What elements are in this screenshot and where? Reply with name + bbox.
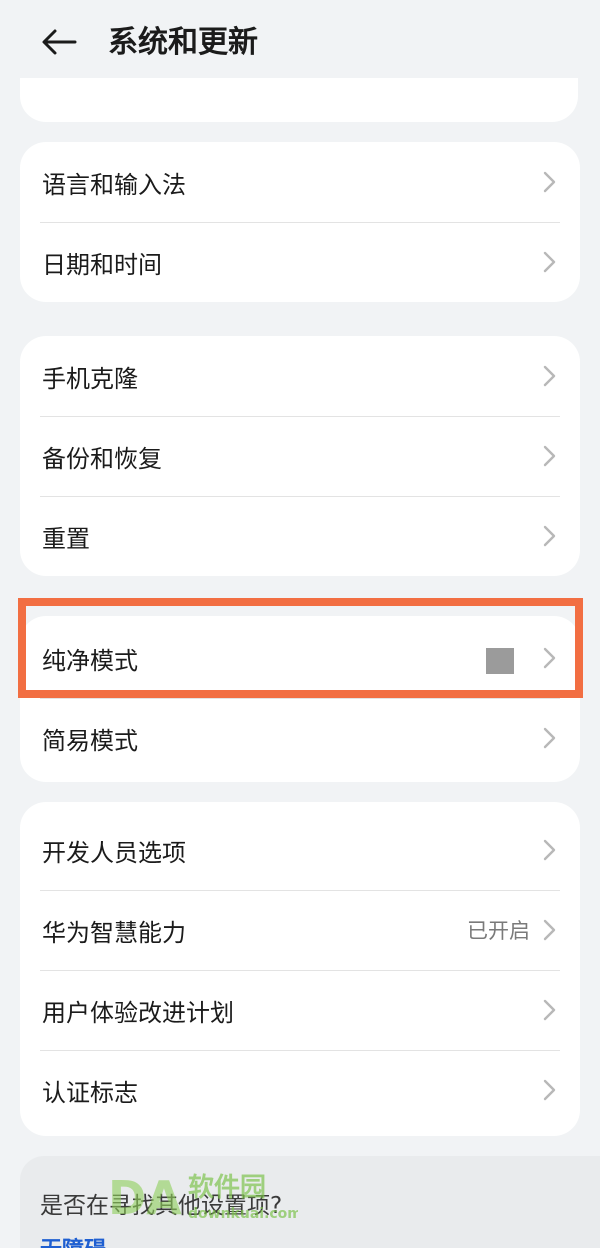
back-arrow-icon	[42, 29, 77, 55]
partial-card[interactable]	[20, 78, 578, 122]
settings-group-advanced: 开发人员选项 华为智慧能力 已开启 用户体验改进计划 认证标志	[20, 802, 580, 1136]
chevron-right-icon	[543, 171, 556, 193]
settings-item-label: 简易模式	[42, 726, 138, 755]
settings-item-label: 语言和输入法	[42, 170, 186, 199]
settings-item-developer-options[interactable]: 开发人员选项	[20, 810, 580, 890]
settings-item-backup-restore[interactable]: 备份和恢复	[20, 416, 580, 496]
settings-item-label: 重置	[42, 524, 90, 553]
settings-item-user-experience[interactable]: 用户体验改进计划	[20, 970, 580, 1050]
chevron-right-icon	[543, 1079, 556, 1101]
suggestion-title: 是否在寻找其他设置项?	[40, 1193, 283, 1219]
settings-item-date-time[interactable]: 日期和时间	[20, 222, 580, 302]
settings-item-label: 开发人员选项	[42, 838, 186, 867]
settings-item-huawei-ability[interactable]: 华为智慧能力 已开启	[20, 890, 580, 970]
settings-item-label: 手机克隆	[42, 364, 138, 393]
chevron-right-icon	[543, 727, 556, 749]
settings-page: 系统和更新 语言和输入法 日期和时间 手机克隆 备份和恢复 重置 纯净模式 简易…	[0, 0, 600, 1248]
back-button[interactable]	[36, 22, 82, 62]
settings-item-label: 华为智慧能力	[42, 918, 186, 947]
settings-item-phone-clone[interactable]: 手机克隆	[20, 336, 580, 416]
page-title: 系统和更新	[108, 25, 258, 60]
settings-item-label: 日期和时间	[42, 250, 162, 279]
settings-group-backup: 手机克隆 备份和恢复 重置	[20, 336, 580, 576]
settings-item-value: 已开启	[467, 919, 530, 943]
settings-item-label: 备份和恢复	[42, 444, 162, 473]
chevron-right-icon	[543, 445, 556, 467]
suggestion-panel: 是否在寻找其他设置项? 无障碍	[20, 1156, 600, 1248]
accessibility-link[interactable]: 无障碍	[40, 1232, 106, 1248]
chevron-right-icon	[543, 251, 556, 273]
chevron-right-icon	[543, 647, 556, 669]
settings-item-simple-mode[interactable]: 简易模式	[20, 698, 580, 778]
chevron-right-icon	[543, 365, 556, 387]
settings-item-reset[interactable]: 重置	[20, 496, 580, 576]
settings-item-label: 用户体验改进计划	[42, 998, 234, 1027]
chevron-right-icon	[543, 525, 556, 547]
settings-item-label: 认证标志	[42, 1078, 138, 1107]
settings-item-certification[interactable]: 认证标志	[20, 1050, 580, 1130]
settings-item-language[interactable]: 语言和输入法	[20, 142, 580, 222]
redaction-block	[486, 648, 514, 674]
settings-group-modes: 纯净模式 简易模式	[20, 616, 580, 782]
chevron-right-icon	[543, 919, 556, 941]
settings-group-language: 语言和输入法 日期和时间	[20, 142, 580, 302]
chevron-right-icon	[543, 839, 556, 861]
chevron-right-icon	[543, 999, 556, 1021]
header: 系统和更新	[0, 0, 600, 86]
settings-item-label: 纯净模式	[42, 646, 138, 675]
